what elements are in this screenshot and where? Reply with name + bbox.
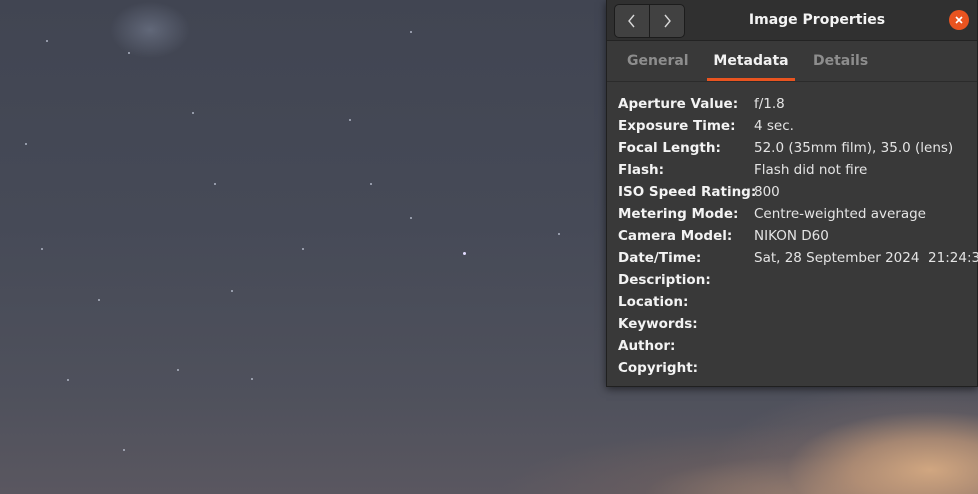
star-speck [98,299,100,301]
metadata-row-author: Author: [618,335,977,357]
metadata-row-metering: Metering Mode: Centre-weighted average [618,203,977,225]
property-label: Author: [618,338,676,354]
property-value: 4 sec. [754,118,794,134]
star-speck [177,369,179,371]
dialog-title: Image Properties [748,12,886,28]
property-label: ISO Speed Rating: [618,184,757,200]
star-speck [128,52,130,54]
close-button[interactable] [949,10,969,30]
star-speck [463,252,466,255]
property-label: Date/Time: [618,250,702,266]
metadata-row-location: Location: [618,291,977,313]
metadata-row-copyright: Copyright: [618,357,977,379]
metadata-row-camera-model: Camera Model: NIKON D60 [618,225,977,247]
property-value: Flash did not fire [754,162,868,178]
nav-button-group [614,4,685,38]
metadata-list: Aperture Value: f/1.8 Exposure Time: 4 s… [618,93,978,379]
property-value: Centre-weighted average [754,206,926,222]
property-label: Flash: [618,162,665,178]
property-label: Copyright: [618,360,699,376]
previous-image-button[interactable] [615,5,649,37]
star-speck [251,378,253,380]
dialog-headerbar: Image Properties [607,0,977,41]
star-speck [192,112,194,114]
property-label: Camera Model: [618,228,733,244]
metadata-row-keywords: Keywords: [618,313,977,335]
star-speck [67,379,69,381]
star-speck [558,233,560,235]
star-speck [123,449,125,451]
metadata-row-datetime: Date/Time: Sat, 28 September 2024 21:24:… [618,247,978,269]
property-value: 52.0 (35mm film), 35.0 (lens) [754,140,954,156]
property-label: Aperture Value: [618,96,739,112]
property-label: Metering Mode: [618,206,739,222]
property-value: NIKON D60 [754,228,829,244]
tab-bar: General Metadata Details [607,41,977,82]
tab-metadata[interactable]: Metadata [707,41,795,81]
metadata-row-description: Description: [618,269,977,291]
star-speck [410,217,412,219]
star-speck [410,31,412,33]
tab-general[interactable]: General [627,41,689,79]
property-label: Location: [618,294,689,310]
metadata-row-exposure: Exposure Time: 4 sec. [618,115,977,137]
chevron-left-icon [628,14,635,28]
star-speck [25,143,27,145]
close-icon [955,16,963,24]
image-properties-dialog: Image Properties General Metadata Detail… [606,0,978,387]
chevron-right-icon [664,14,671,28]
property-label: Focal Length: [618,140,721,156]
star-speck [370,183,372,185]
property-value: f/1.8 [754,96,785,112]
star-speck [46,40,48,42]
star-speck [214,183,216,185]
metadata-row-aperture: Aperture Value: f/1.8 [618,93,977,115]
metadata-row-focal-length: Focal Length: 52.0 (35mm film), 35.0 (le… [618,137,977,159]
star-speck [41,248,43,250]
tab-details[interactable]: Details [813,41,868,79]
star-speck [349,119,351,121]
property-value: 800 [754,184,780,200]
property-label: Exposure Time: [618,118,736,134]
property-label: Keywords: [618,316,698,332]
metadata-row-iso: ISO Speed Rating: 800 [618,181,977,203]
star-speck [302,248,304,250]
metadata-row-flash: Flash: Flash did not fire [618,159,977,181]
property-value: Sat, 28 September 2024 21:24:35 [754,250,978,266]
star-speck [231,290,233,292]
property-label: Description: [618,272,711,288]
next-image-button[interactable] [649,5,684,37]
